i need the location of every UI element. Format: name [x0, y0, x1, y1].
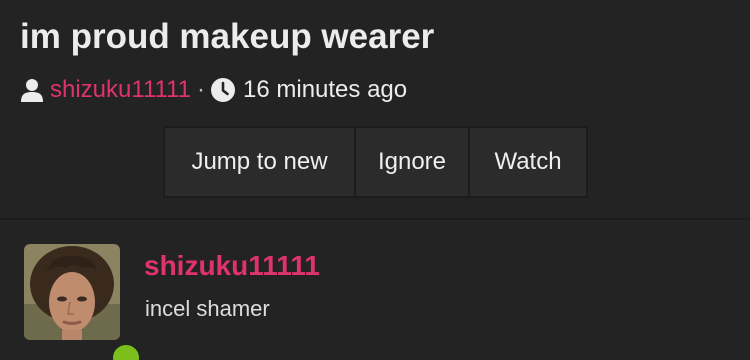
thread-header: im proud makeup wearer shizuku11111 · 16…	[0, 0, 750, 218]
post-username[interactable]: shizuku11111	[144, 250, 320, 282]
post-user-title: incel shamer	[145, 296, 270, 321]
watch-button[interactable]: Watch	[470, 126, 588, 198]
jump-to-new-button[interactable]: Jump to new	[163, 126, 356, 198]
thread-time[interactable]: 16 minutes ago	[243, 76, 407, 104]
post: shizuku11111 incel shamer	[0, 220, 750, 360]
meta-separator: ·	[197, 76, 205, 103]
user-icon	[20, 78, 44, 102]
avatar[interactable]	[24, 244, 142, 360]
ignore-button[interactable]: Ignore	[356, 126, 470, 198]
thread-title: im proud makeup wearer	[20, 17, 435, 56]
thread-author-link[interactable]: shizuku11111	[50, 76, 191, 104]
avatar-image	[24, 244, 120, 340]
clock-icon	[211, 78, 235, 102]
online-status-indicator	[110, 342, 142, 360]
thread-meta: shizuku11111 · 16 minutes ago	[20, 74, 407, 106]
thread-actions: Jump to new Ignore Watch	[163, 126, 588, 198]
